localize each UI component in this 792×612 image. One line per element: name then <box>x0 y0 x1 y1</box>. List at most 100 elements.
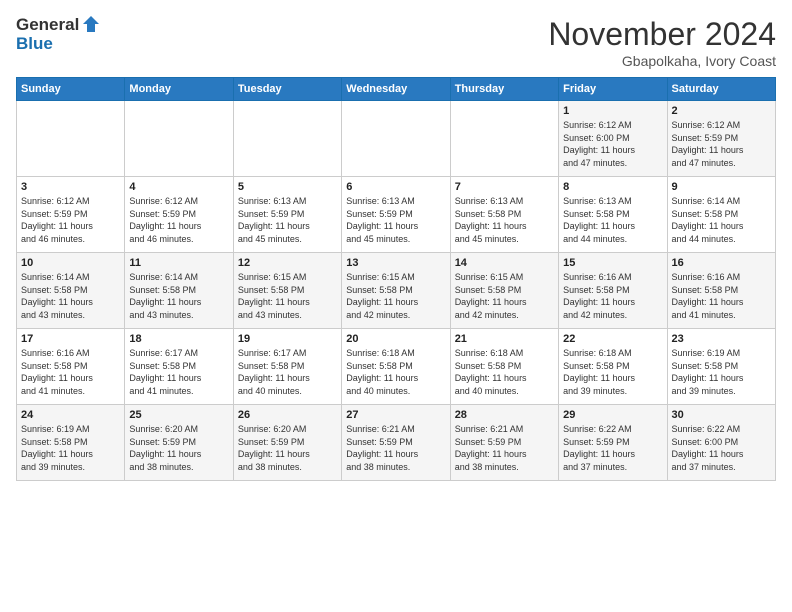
day-info: Daylight: 11 hours <box>672 372 771 385</box>
table-row: 5Sunrise: 6:13 AMSunset: 5:59 PMDaylight… <box>233 177 341 253</box>
day-info: Sunrise: 6:22 AM <box>672 423 771 436</box>
day-number: 22 <box>563 333 662 345</box>
day-info: Daylight: 11 hours <box>563 220 662 233</box>
table-row: 21Sunrise: 6:18 AMSunset: 5:58 PMDayligh… <box>450 329 558 405</box>
day-info: Sunset: 5:58 PM <box>346 360 445 373</box>
day-info: and 47 minutes. <box>563 157 662 170</box>
table-row: 27Sunrise: 6:21 AMSunset: 5:59 PMDayligh… <box>342 405 450 481</box>
day-number: 20 <box>346 333 445 345</box>
day-info: and 46 minutes. <box>129 233 228 246</box>
day-info: Daylight: 11 hours <box>455 220 554 233</box>
day-number: 7 <box>455 181 554 193</box>
day-info: Daylight: 11 hours <box>238 220 337 233</box>
table-row: 19Sunrise: 6:17 AMSunset: 5:58 PMDayligh… <box>233 329 341 405</box>
day-number: 26 <box>238 409 337 421</box>
day-info: Daylight: 11 hours <box>563 144 662 157</box>
day-info: Sunrise: 6:12 AM <box>21 195 120 208</box>
day-info: Sunrise: 6:16 AM <box>563 271 662 284</box>
day-info: Sunset: 5:58 PM <box>455 284 554 297</box>
day-info: Sunset: 5:58 PM <box>346 284 445 297</box>
day-number: 19 <box>238 333 337 345</box>
day-number: 25 <box>129 409 228 421</box>
day-info: Sunrise: 6:13 AM <box>238 195 337 208</box>
day-info: and 43 minutes. <box>238 309 337 322</box>
day-info: Sunset: 5:58 PM <box>129 360 228 373</box>
day-info: Sunrise: 6:19 AM <box>672 347 771 360</box>
logo: General Blue <box>16 16 101 53</box>
day-info: and 41 minutes. <box>129 385 228 398</box>
day-number: 2 <box>672 105 771 117</box>
table-row: 30Sunrise: 6:22 AMSunset: 6:00 PMDayligh… <box>667 405 775 481</box>
day-info: and 40 minutes. <box>346 385 445 398</box>
day-info: Sunset: 5:58 PM <box>672 208 771 221</box>
title-block: November 2024 Gbapolkaha, Ivory Coast <box>548 16 776 69</box>
day-info: Daylight: 11 hours <box>346 296 445 309</box>
calendar-week-1: 1Sunrise: 6:12 AMSunset: 6:00 PMDaylight… <box>17 101 776 177</box>
day-info: Daylight: 11 hours <box>672 144 771 157</box>
day-number: 18 <box>129 333 228 345</box>
day-info: Sunset: 5:58 PM <box>563 360 662 373</box>
day-info: Sunrise: 6:20 AM <box>238 423 337 436</box>
day-info: Daylight: 11 hours <box>238 448 337 461</box>
day-number: 23 <box>672 333 771 345</box>
day-info: and 37 minutes. <box>563 461 662 474</box>
day-info: Sunset: 5:58 PM <box>238 284 337 297</box>
day-info: Daylight: 11 hours <box>672 220 771 233</box>
day-info: Sunset: 5:58 PM <box>455 208 554 221</box>
table-row: 23Sunrise: 6:19 AMSunset: 5:58 PMDayligh… <box>667 329 775 405</box>
day-number: 24 <box>21 409 120 421</box>
day-number: 6 <box>346 181 445 193</box>
table-row <box>233 101 341 177</box>
table-row: 3Sunrise: 6:12 AMSunset: 5:59 PMDaylight… <box>17 177 125 253</box>
day-info: Sunset: 5:58 PM <box>563 208 662 221</box>
calendar-week-3: 10Sunrise: 6:14 AMSunset: 5:58 PMDayligh… <box>17 253 776 329</box>
table-row: 8Sunrise: 6:13 AMSunset: 5:58 PMDaylight… <box>559 177 667 253</box>
day-info: Sunrise: 6:21 AM <box>455 423 554 436</box>
day-info: Sunset: 5:59 PM <box>238 208 337 221</box>
day-info: Sunrise: 6:18 AM <box>346 347 445 360</box>
day-info: Sunset: 5:59 PM <box>563 436 662 449</box>
day-info: Sunset: 5:58 PM <box>21 284 120 297</box>
logo-icon <box>81 14 101 34</box>
day-info: Sunset: 5:58 PM <box>455 360 554 373</box>
day-info: Daylight: 11 hours <box>129 448 228 461</box>
table-row: 1Sunrise: 6:12 AMSunset: 6:00 PMDaylight… <box>559 101 667 177</box>
table-row: 10Sunrise: 6:14 AMSunset: 5:58 PMDayligh… <box>17 253 125 329</box>
table-row: 24Sunrise: 6:19 AMSunset: 5:58 PMDayligh… <box>17 405 125 481</box>
day-info: Sunrise: 6:13 AM <box>346 195 445 208</box>
day-info: Daylight: 11 hours <box>129 220 228 233</box>
day-number: 1 <box>563 105 662 117</box>
day-info: Daylight: 11 hours <box>129 372 228 385</box>
table-row: 29Sunrise: 6:22 AMSunset: 5:59 PMDayligh… <box>559 405 667 481</box>
day-info: and 38 minutes. <box>238 461 337 474</box>
day-info: Sunset: 5:59 PM <box>21 208 120 221</box>
day-info: Sunrise: 6:17 AM <box>129 347 228 360</box>
header: General Blue November 2024 Gbapolkaha, I… <box>16 16 776 69</box>
day-number: 16 <box>672 257 771 269</box>
day-info: and 41 minutes. <box>672 309 771 322</box>
day-number: 8 <box>563 181 662 193</box>
day-number: 3 <box>21 181 120 193</box>
col-friday: Friday <box>559 78 667 101</box>
day-number: 15 <box>563 257 662 269</box>
day-info: Sunrise: 6:17 AM <box>238 347 337 360</box>
day-info: Daylight: 11 hours <box>563 296 662 309</box>
day-info: Daylight: 11 hours <box>238 372 337 385</box>
day-info: Daylight: 11 hours <box>21 448 120 461</box>
logo-general: General <box>16 16 79 35</box>
day-info: Sunrise: 6:12 AM <box>129 195 228 208</box>
table-row: 6Sunrise: 6:13 AMSunset: 5:59 PMDaylight… <box>342 177 450 253</box>
day-info: and 45 minutes. <box>346 233 445 246</box>
day-number: 13 <box>346 257 445 269</box>
day-info: Sunset: 5:58 PM <box>129 284 228 297</box>
calendar-week-2: 3Sunrise: 6:12 AMSunset: 5:59 PMDaylight… <box>17 177 776 253</box>
day-info: Sunset: 5:59 PM <box>129 436 228 449</box>
day-info: and 47 minutes. <box>672 157 771 170</box>
col-wednesday: Wednesday <box>342 78 450 101</box>
month-title: November 2024 <box>548 16 776 53</box>
day-info: Sunrise: 6:14 AM <box>129 271 228 284</box>
day-info: and 42 minutes. <box>563 309 662 322</box>
location: Gbapolkaha, Ivory Coast <box>548 53 776 69</box>
calendar-week-5: 24Sunrise: 6:19 AMSunset: 5:58 PMDayligh… <box>17 405 776 481</box>
day-info: Sunset: 5:59 PM <box>672 132 771 145</box>
